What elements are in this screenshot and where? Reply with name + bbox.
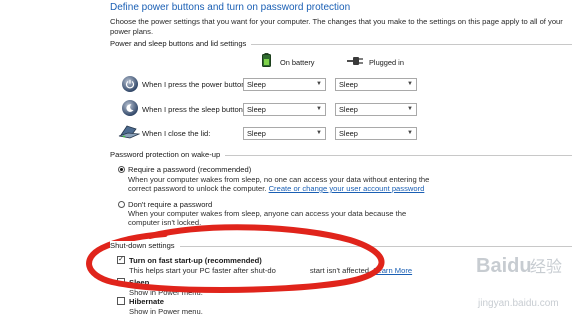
baidu-watermark: Baidu 经验 jingyan.baidu.com <box>474 248 574 316</box>
svg-text:jingyan.baidu.com: jingyan.baidu.com <box>477 298 559 309</box>
svg-text:经验: 经验 <box>530 257 562 276</box>
svg-text:Baidu: Baidu <box>476 255 532 277</box>
annotation-stroke <box>86 224 385 293</box>
